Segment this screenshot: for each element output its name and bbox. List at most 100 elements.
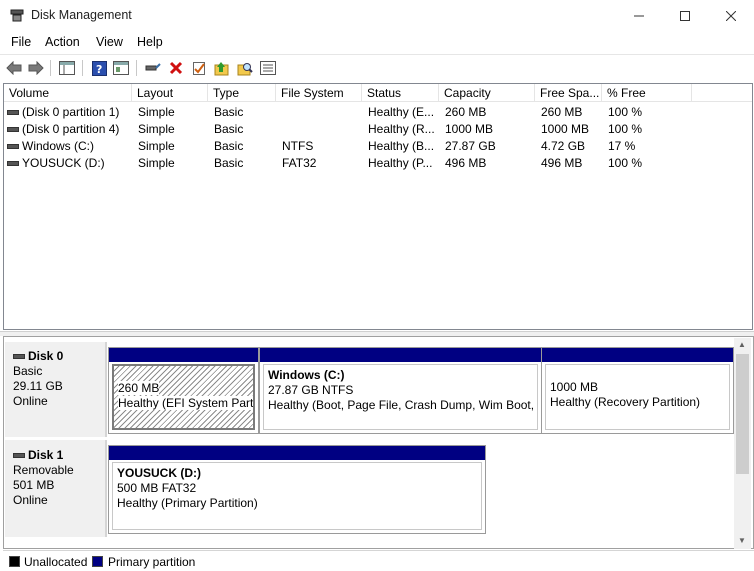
- partition-size: 27.87 GB NTFS: [268, 383, 354, 397]
- checklist-button[interactable]: [189, 58, 209, 78]
- volume-file-system: NTFS: [282, 139, 314, 153]
- volume-row[interactable]: (Disk 0 partition 1) Simple Basic Health…: [4, 104, 752, 121]
- menu-help[interactable]: Help: [137, 35, 163, 49]
- minimize-button[interactable]: [616, 0, 662, 31]
- scroll-down-icon[interactable]: ▼: [738, 536, 746, 545]
- delete-button[interactable]: [166, 58, 186, 78]
- partition-title: YOUSUCK (D:): [117, 466, 201, 480]
- partition-status: Healthy (Recovery Partition): [550, 395, 701, 409]
- search-folder-icon: [237, 62, 253, 75]
- partition-efi[interactable]: 260 MB Healthy (EFI System Partit: [108, 347, 259, 434]
- menu-file[interactable]: File: [11, 35, 31, 49]
- maximize-button[interactable]: [662, 0, 708, 31]
- disk-1-size: 501 MB: [13, 478, 55, 492]
- forward-arrow-icon: [28, 61, 44, 75]
- disk-1-name: Disk 1: [28, 448, 64, 462]
- disk-pane-scrollbar[interactable]: ▲ ▼: [734, 338, 751, 549]
- column-header-layout[interactable]: Layout: [132, 84, 208, 102]
- list-view-button[interactable]: [258, 58, 278, 78]
- volume-free-space: 1000 MB: [541, 122, 590, 136]
- disk-1-type: Removable: [13, 463, 74, 477]
- maximize-icon: [680, 10, 690, 21]
- minimize-icon: [634, 15, 644, 16]
- disk-icon: [13, 453, 25, 458]
- partition-size: 260 MB: [118, 381, 160, 395]
- volume-row[interactable]: YOUSUCK (D:) Simple Basic FAT32 Healthy …: [4, 155, 752, 172]
- column-header-file-system[interactable]: File System: [276, 84, 362, 102]
- disk-name: Disk 1: [13, 448, 105, 463]
- partition-bar: [542, 348, 733, 362]
- column-header-percent-free[interactable]: % Free: [602, 84, 692, 102]
- partition-status: Healthy (EFI System Partit: [118, 396, 253, 410]
- partition-body: 1000 MB Healthy (Recovery Partition): [545, 364, 730, 430]
- volume-name: YOUSUCK (D:): [22, 156, 105, 170]
- connect-icon: [145, 63, 161, 71]
- scroll-up-icon[interactable]: ▲: [738, 340, 746, 349]
- volume-list-header: Volume Layout Type File System Status Ca…: [4, 84, 752, 102]
- partition-recovery[interactable]: 1000 MB Healthy (Recovery Partition): [541, 347, 734, 434]
- volume-type: Basic: [214, 156, 244, 170]
- legend-swatch-primary: [92, 556, 103, 567]
- volume-capacity: 1000 MB: [445, 122, 494, 136]
- volume-type: Basic: [214, 105, 244, 119]
- disk-graphical-pane: Disk 0 Basic 29.11 GB Online 260 MB Heal…: [3, 336, 754, 549]
- volume-status: Healthy (R...: [368, 122, 435, 136]
- disk-0-type: Basic: [13, 364, 43, 378]
- volume-status: Healthy (E...: [368, 105, 435, 119]
- disk-0-name: Disk 0: [28, 349, 64, 363]
- volume-row[interactable]: Windows (C:) Simple Basic NTFS Healthy (…: [4, 138, 752, 155]
- volume-name: (Disk 0 partition 4): [22, 122, 120, 136]
- scrollbar-thumb[interactable]: [736, 354, 749, 474]
- volume-type: Basic: [214, 122, 244, 136]
- menu-view[interactable]: View: [96, 35, 123, 49]
- help-button[interactable]: ?: [89, 58, 109, 78]
- column-header-status[interactable]: Status: [362, 84, 439, 102]
- folder-up-button[interactable]: [212, 58, 232, 78]
- disk-0-label[interactable]: Disk 0 Basic 29.11 GB Online: [5, 342, 107, 437]
- legend-swatch-unallocated: [9, 556, 20, 567]
- partition-size: 1000 MB: [550, 380, 599, 394]
- column-header-free-space[interactable]: Free Spa...: [535, 84, 602, 102]
- properties-icon: [113, 61, 129, 75]
- console-tree-button[interactable]: [57, 58, 77, 78]
- connect-button[interactable]: [143, 58, 163, 78]
- partition-yousuck[interactable]: YOUSUCK (D:) 500 MB FAT32 Healthy (Prima…: [108, 445, 486, 534]
- volume-name: Windows (C:): [22, 139, 95, 153]
- volume-row[interactable]: (Disk 0 partition 4) Simple Basic Health…: [4, 121, 752, 138]
- partition-body: YOUSUCK (D:) 500 MB FAT32 Healthy (Prima…: [112, 462, 482, 530]
- volume-percent-free: 100 %: [608, 105, 643, 119]
- disk-icon: [13, 354, 25, 359]
- disk-0-size: 29.11 GB: [13, 379, 63, 393]
- column-header-type[interactable]: Type: [208, 84, 276, 102]
- menu-action[interactable]: Action: [45, 35, 80, 49]
- help-icon: ?: [91, 60, 107, 76]
- toolbar-separator: [82, 60, 83, 76]
- partition-windows[interactable]: Windows (C:) 27.87 GB NTFS Healthy (Boot…: [259, 347, 542, 434]
- volume-layout: Simple: [138, 139, 175, 153]
- back-button[interactable]: [4, 58, 24, 78]
- toolbar-separator: [136, 60, 137, 76]
- menu-bar: File Action View Help: [0, 31, 754, 53]
- disk-1-label[interactable]: Disk 1 Removable 501 MB Online: [5, 440, 107, 537]
- volume-percent-free: 100 %: [608, 122, 643, 136]
- svg-text:?: ?: [96, 63, 102, 76]
- volume-file-system: FAT32: [282, 156, 317, 170]
- column-header-capacity[interactable]: Capacity: [439, 84, 535, 102]
- search-folder-button[interactable]: [235, 58, 255, 78]
- legend-label-unallocated: Unallocated: [24, 555, 88, 569]
- window-title: Disk Management: [31, 8, 132, 22]
- column-header-volume[interactable]: Volume: [4, 84, 132, 102]
- partition-status: Healthy (Primary Partition): [117, 496, 258, 510]
- partition-title: Windows (C:): [268, 368, 345, 382]
- volume-layout: Simple: [138, 156, 175, 170]
- volume-type: Basic: [214, 139, 244, 153]
- volume-percent-free: 100 %: [608, 156, 643, 170]
- volume-status: Healthy (P...: [368, 156, 433, 170]
- volume-free-space: 260 MB: [541, 105, 583, 119]
- forward-button[interactable]: [26, 58, 46, 78]
- volume-status: Healthy (B...: [368, 139, 435, 153]
- properties-button[interactable]: [111, 58, 131, 78]
- volume-capacity: 260 MB: [445, 105, 487, 119]
- volume-icon: [7, 144, 19, 149]
- close-button[interactable]: [708, 0, 754, 31]
